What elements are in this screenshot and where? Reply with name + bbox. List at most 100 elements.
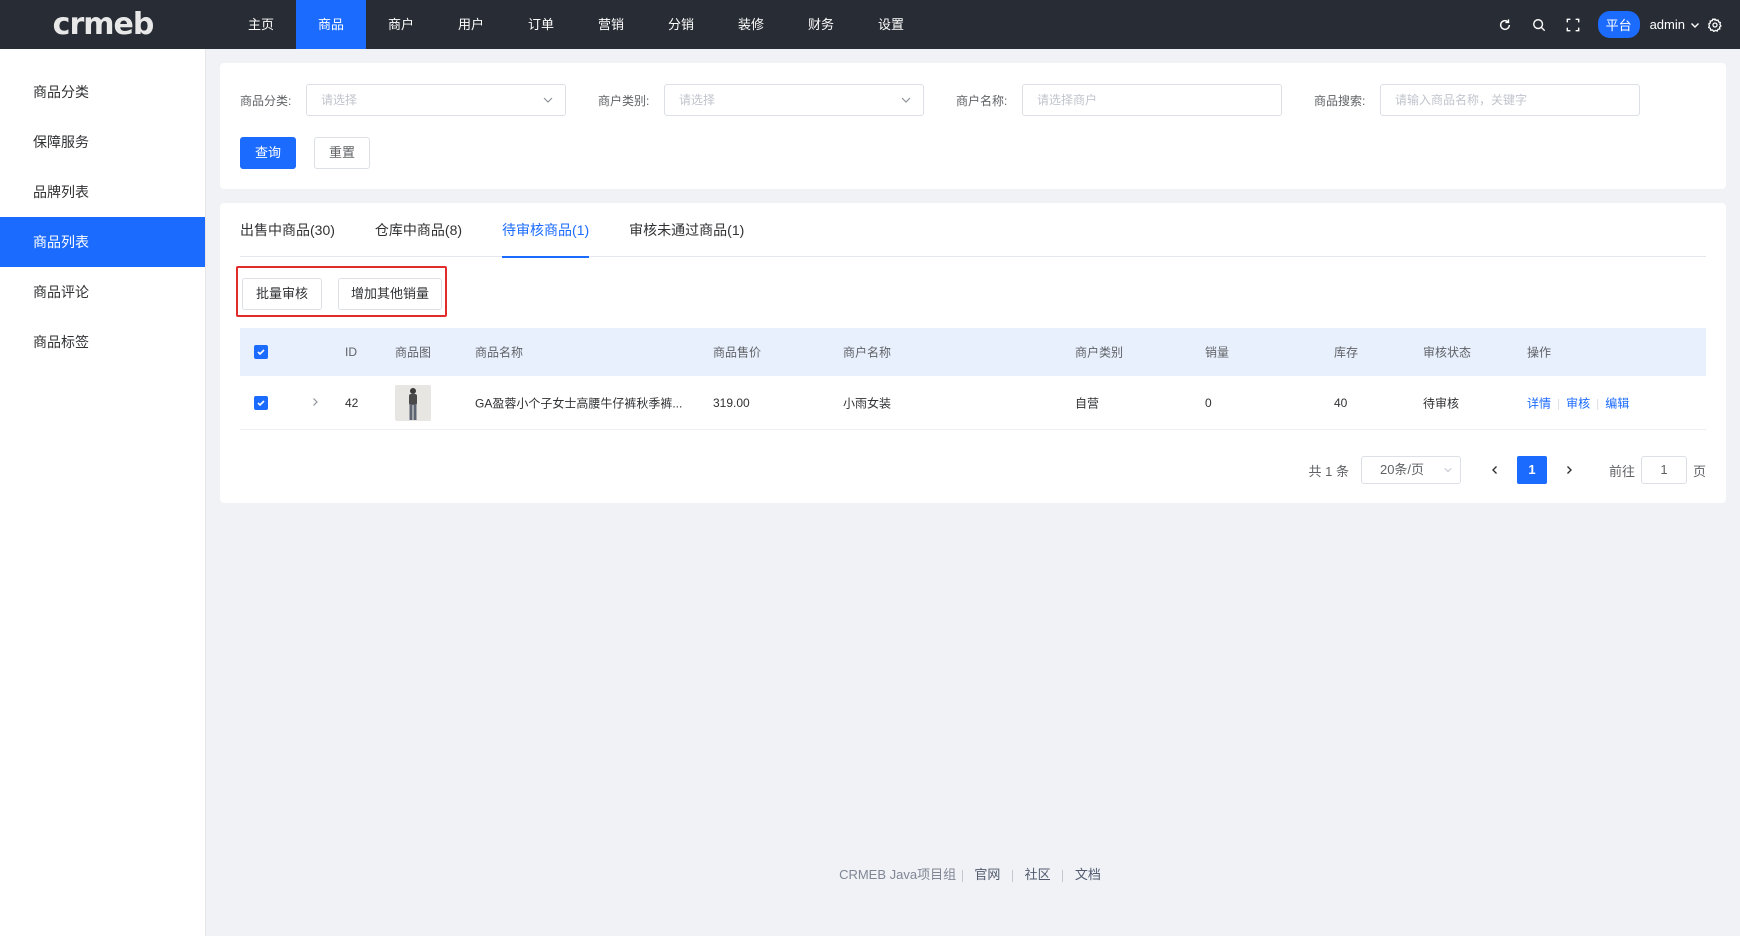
chevron-right-icon	[1566, 466, 1572, 474]
page-size-select[interactable]: 20条/页	[1360, 456, 1461, 484]
product-table: ID 商品图 商品名称 商品售价 商户名称 商户类别 销量 库存 审核状态 操作…	[240, 328, 1706, 430]
nav-item-order[interactable]: 订单	[506, 0, 576, 49]
page-suffix: 页	[1692, 463, 1706, 479]
checkbox-checked-icon	[254, 395, 268, 410]
sidebar-item-guarantee[interactable]: 保障服务	[0, 117, 205, 167]
row-actions: 详情 | 审核 | 编辑	[1527, 394, 1629, 411]
page-number-current[interactable]: 1	[1516, 456, 1547, 484]
nav-item-product[interactable]: 商品	[296, 0, 366, 49]
nav-item-distribution[interactable]: 分销	[646, 0, 716, 49]
goto-label: 前往	[1608, 463, 1635, 479]
nav-item-finance[interactable]: 财务	[786, 0, 856, 49]
header-name: 商品名称	[475, 345, 524, 360]
merchant-type-placeholder: 请选择	[679, 93, 716, 107]
footer: CRMEB Java项目组 官网 社区 文档	[206, 864, 1740, 883]
cell-merchant-type: 自营	[1075, 396, 1100, 410]
chevron-down-icon	[1691, 22, 1699, 28]
merchant-type-label: 商户类别:	[598, 94, 650, 108]
tab-on-sale[interactable]: 出售中商品(30)	[240, 203, 335, 257]
sidebar-item-tags[interactable]: 商品标签	[0, 317, 205, 367]
sidebar: 商品分类 保障服务 品牌列表 商品列表 商品评论 商品标签	[0, 49, 206, 936]
category-label: 商品分类:	[240, 94, 292, 108]
pagination-total: 共 1 条	[1308, 463, 1349, 479]
row-checkbox[interactable]	[254, 395, 268, 410]
nav-item-marketing[interactable]: 营销	[576, 0, 646, 49]
logo-text: crmeb	[52, 7, 155, 42]
footer-org: CRMEB Java项目组	[839, 867, 957, 882]
divider: |	[1557, 396, 1561, 410]
reset-button[interactable]: 重置	[314, 137, 370, 169]
cell-merchant: 小雨女装	[843, 396, 892, 410]
query-button[interactable]: 查询	[240, 137, 296, 169]
footer-link-website[interactable]: 官网	[974, 867, 1000, 882]
search-icon[interactable]	[1522, 0, 1556, 49]
audit-link[interactable]: 审核	[1566, 396, 1590, 410]
header-status: 审核状态	[1423, 345, 1472, 360]
next-page-button[interactable]	[1555, 456, 1583, 484]
batch-audit-button[interactable]: 批量审核	[242, 278, 322, 310]
chevron-right-icon	[313, 397, 318, 406]
tab-in-warehouse[interactable]: 仓库中商品(8)	[375, 203, 462, 257]
footer-divider	[961, 869, 963, 882]
nav-item-decoration[interactable]: 装修	[716, 0, 786, 49]
fullscreen-icon[interactable]	[1556, 0, 1590, 49]
top-navbar: crmeb 主页 商品 商户 用户 订单 营销 分销 装修 财务 设置 平台 a…	[0, 0, 1740, 49]
platform-badge[interactable]: 平台	[1597, 11, 1640, 38]
tab-review-rejected[interactable]: 审核未通过商品(1)	[629, 203, 744, 257]
table-header: ID 商品图 商品名称 商品售价 商户名称 商户类别 销量 库存 审核状态 操作	[240, 328, 1706, 376]
footer-link-community[interactable]: 社区	[1025, 867, 1051, 882]
header-ops: 操作	[1527, 345, 1552, 360]
footer-link-docs[interactable]: 文档	[1075, 867, 1101, 882]
merchant-name-input[interactable]: 请选择商户	[1022, 84, 1282, 116]
prev-page-button[interactable]	[1481, 456, 1509, 484]
search-placeholder: 请输入商品名称，关键字	[1395, 93, 1528, 107]
sidebar-item-category[interactable]: 商品分类	[0, 67, 205, 117]
admin-menu[interactable]: admin	[1650, 17, 1700, 32]
header-id: ID	[345, 345, 357, 359]
select-all-checkbox[interactable]	[254, 345, 268, 359]
chevron-down-icon	[1444, 468, 1452, 473]
merchant-type-select[interactable]: 请选择	[664, 84, 924, 116]
chevron-left-icon	[1491, 466, 1497, 474]
tab-pending-review[interactable]: 待审核商品(1)	[502, 203, 590, 258]
cell-stock: 40	[1334, 395, 1348, 410]
header-stock: 库存	[1334, 345, 1359, 360]
cell-status: 待审核	[1423, 396, 1460, 410]
merchant-name-placeholder: 请选择商户	[1037, 93, 1098, 107]
status-tabs: 出售中商品(30) 仓库中商品(8) 待审核商品(1) 审核未通过商品(1)	[240, 203, 1706, 258]
checkbox-checked-icon	[254, 345, 268, 359]
sidebar-item-brand-list[interactable]: 品牌列表	[0, 167, 205, 217]
expand-row-toggle[interactable]	[310, 396, 320, 410]
detail-link[interactable]: 详情	[1527, 396, 1551, 410]
cell-id: 42	[345, 395, 359, 410]
divider: |	[1596, 396, 1600, 410]
pagination: 共 1 条 20条/页 1 前往 1 页	[1308, 456, 1706, 484]
sidebar-item-reviews[interactable]: 商品评论	[0, 267, 205, 317]
footer-divider	[1062, 869, 1064, 882]
edit-link[interactable]: 编辑	[1605, 396, 1629, 410]
refresh-icon[interactable]	[1488, 0, 1522, 49]
product-list-panel: 出售中商品(30) 仓库中商品(8) 待审核商品(1) 审核未通过商品(1) 批…	[220, 203, 1726, 503]
nav-item-home[interactable]: 主页	[226, 0, 296, 49]
product-thumbnail[interactable]	[395, 384, 431, 421]
goto-page-input[interactable]: 1	[1640, 456, 1687, 484]
category-placeholder: 请选择	[321, 93, 358, 107]
chevron-down-icon	[543, 97, 553, 103]
nav-item-user[interactable]: 用户	[436, 0, 506, 49]
product-figure-icon	[409, 387, 417, 420]
merchant-name-label: 商户名称:	[956, 94, 1008, 108]
sidebar-item-product-list[interactable]: 商品列表	[0, 217, 205, 267]
cell-product-name: GA盈蓉小个子女士高腰牛仔裤秋季裤...	[475, 396, 683, 410]
filter-panel: 商品分类: 请选择 商户类别: 请选择 商户名称: 请选择商户 商品搜索: 请输…	[220, 63, 1726, 189]
admin-name: admin	[1649, 17, 1685, 32]
category-select[interactable]: 请选择	[306, 84, 566, 116]
chevron-down-icon	[901, 97, 911, 103]
search-input[interactable]: 请输入商品名称，关键字	[1380, 84, 1640, 116]
search-label: 商品搜索:	[1314, 94, 1366, 108]
add-sales-button[interactable]: 增加其他销量	[338, 278, 442, 310]
logo[interactable]: crmeb	[0, 0, 206, 49]
cell-sales: 0	[1205, 395, 1212, 410]
gear-icon[interactable]	[1700, 17, 1730, 32]
nav-item-merchant[interactable]: 商户	[366, 0, 436, 49]
nav-item-settings[interactable]: 设置	[856, 0, 926, 49]
